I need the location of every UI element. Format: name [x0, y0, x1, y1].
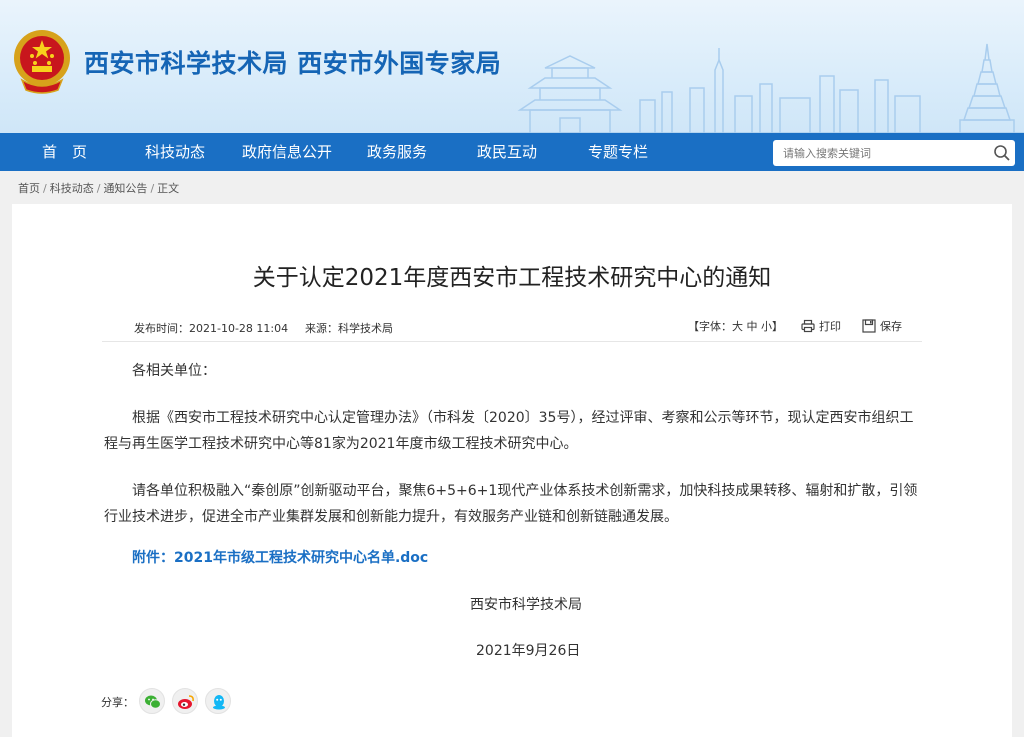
nav-item-interaction[interactable]: 政民互动	[477, 133, 537, 171]
nav-item-special-topics[interactable]: 专题专栏	[588, 133, 648, 171]
publish-time: 发布时间：2021-10-28 11:04	[134, 322, 289, 335]
font-large-button[interactable]: 大	[732, 320, 743, 333]
attachment-link[interactable]: 2021年市级工程技术研究中心名单.doc	[174, 550, 428, 566]
breadcrumb: 首页 / 科技动态 / 通知公告 / 正文	[18, 180, 179, 196]
meta-divider	[102, 341, 922, 342]
share-qq-button[interactable]	[205, 688, 231, 714]
signature: 西安市科学技术局	[470, 597, 582, 613]
weibo-icon	[178, 695, 194, 709]
article-paragraph: 根据《西安市工程技术研究中心认定管理办法》（市科发〔2020〕35号），经过评审…	[104, 410, 914, 452]
article-source: 来源：科学技术局	[305, 322, 393, 335]
breadcrumb-tech-news[interactable]: 科技动态	[50, 182, 94, 195]
national-emblem-icon	[14, 30, 70, 94]
issue-date: 2021年9月26日	[476, 643, 581, 659]
attachment: 附件：2021年市级工程技术研究中心名单.doc	[132, 547, 428, 567]
site-header: 西安市科学技术局 西安市外国专家局	[0, 0, 1024, 133]
breadcrumb-notices[interactable]: 通知公告	[103, 182, 147, 195]
search-box	[773, 140, 1015, 166]
search-input[interactable]	[783, 140, 983, 166]
breadcrumb-home[interactable]: 首页	[18, 182, 40, 195]
salutation: 各相关单位：	[132, 363, 216, 379]
search-icon[interactable]	[993, 144, 1011, 162]
share-label: 分享：	[101, 696, 134, 709]
nav-item-gov-info[interactable]: 政府信息公开	[242, 133, 332, 171]
save-icon	[862, 319, 876, 333]
font-small-button[interactable]: 小	[761, 320, 772, 333]
breadcrumb-separator: /	[96, 182, 101, 195]
font-size-close: 】	[772, 320, 783, 333]
save-button[interactable]: 保存	[862, 318, 902, 334]
article-paragraph: 请各单位积极融入“秦创原”创新驱动平台，聚焦6+5+6+1现代产业体系技术创新需…	[104, 483, 918, 525]
font-medium-button[interactable]: 中	[747, 320, 758, 333]
article-title: 关于认定2021年度西安市工程技术研究中心的通知	[252, 265, 772, 291]
nav-item-home[interactable]: 首 页	[42, 133, 87, 171]
print-icon	[801, 319, 815, 333]
wechat-icon	[145, 695, 161, 709]
breadcrumb-current: 正文	[157, 182, 180, 195]
font-size-controls: 【字体：大 中 小】	[688, 318, 783, 334]
attachment-prefix: 附件：	[132, 550, 174, 566]
nav-item-gov-services[interactable]: 政务服务	[367, 133, 427, 171]
share-wechat-button[interactable]	[139, 688, 165, 714]
font-size-label: 【字体：	[688, 320, 732, 333]
breadcrumb-separator: /	[43, 182, 47, 195]
site-title[interactable]: 西安市科学技术局 西安市外国专家局	[84, 44, 501, 80]
print-button[interactable]: 打印	[801, 318, 841, 334]
city-skyline-illustration	[490, 43, 1024, 133]
save-label: 保存	[880, 320, 902, 333]
share-weibo-button[interactable]	[172, 688, 198, 714]
print-label: 打印	[819, 320, 841, 333]
breadcrumb-separator: /	[150, 182, 155, 195]
nav-item-tech-news[interactable]: 科技动态	[145, 133, 205, 171]
qq-icon	[213, 695, 225, 710]
